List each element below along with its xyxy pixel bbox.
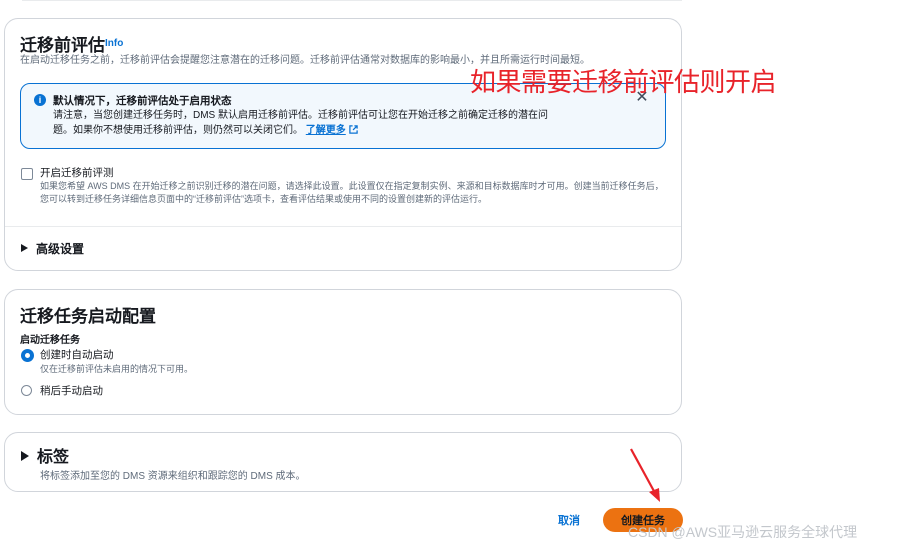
tags-description: 将标签添加至您的 DMS 资源来组织和跟踪您的 DMS 成本。 xyxy=(40,471,306,482)
caret-right-icon xyxy=(21,244,28,252)
section-divider xyxy=(5,226,681,227)
annotation-text: 如果需要迁移前评估则开启 xyxy=(470,67,777,97)
radio-auto-start-label: 创建时自动启动 xyxy=(40,349,114,361)
info-link[interactable]: Info xyxy=(105,38,123,49)
tags-panel: 标签 将标签添加至您的 DMS 资源来组织和跟踪您的 DMS 成本。 xyxy=(4,432,682,492)
radio-manual-start[interactable] xyxy=(21,385,32,396)
task-startup-panel: 迁移任务启动配置 启动迁移任务 创建时自动启动 仅在迁移前评估未启用的情况下可用… xyxy=(4,289,682,415)
premigration-checkbox-description: 如果您希望 AWS DMS 在开始迁移之前识别迁移的潜在问题，请选择此设置。此设… xyxy=(40,181,664,204)
caret-right-icon xyxy=(21,451,29,461)
radio-manual-start-label: 稍后手动启动 xyxy=(40,385,103,397)
tags-title: 标签 xyxy=(37,449,70,466)
radio-auto-start[interactable] xyxy=(21,349,34,362)
learn-more-label: 了解更多 xyxy=(305,125,346,136)
alert-body-line1: 请注意，当您创建迁移任务时，DMS 默认启用迁移前评估。迁移前评估可让您在开始迁… xyxy=(53,110,548,121)
premigration-checkbox-label: 开启迁移前评测 xyxy=(40,167,114,179)
start-task-field-label: 启动迁移任务 xyxy=(20,335,80,346)
alert-body-line2-row: 题。如果你不想使用迁移前评估，则仍然可以关闭它们。 了解更多 xyxy=(53,123,613,138)
premigration-assessment-panel: 迁移前评估 Info 在启动迁移任务之前，迁移前评估会提醒您注意潜在的迁移问题。… xyxy=(4,18,682,271)
external-link-icon xyxy=(349,125,358,134)
radio-auto-start-description: 仅在迁移前评估未启用的情况下可用。 xyxy=(40,364,194,374)
tags-expander[interactable]: 标签 xyxy=(21,443,69,467)
watermark: CSDN @AWS亚马逊云服务全球代理 xyxy=(628,524,858,540)
startup-title: 迁移任务启动配置 xyxy=(20,307,156,326)
alert-body-line2: 题。如果你不想使用迁移前评估，则仍然可以关闭它们。 xyxy=(53,125,303,136)
advanced-settings-expander[interactable]: 高级设置 xyxy=(21,240,84,258)
info-icon: i xyxy=(34,94,46,106)
premigration-checkbox[interactable] xyxy=(21,168,33,180)
alert-body: 请注意，当您创建迁移任务时，DMS 默认启用迁移前评估。迁移前评估可让您在开始迁… xyxy=(53,108,613,138)
alert-title: 默认情况下，迁移前评估处于启用状态 xyxy=(53,95,232,107)
cancel-button[interactable]: 取消 xyxy=(548,507,590,533)
arrow-icon xyxy=(630,448,660,502)
top-divider xyxy=(22,0,682,1)
learn-more-link[interactable]: 了解更多 xyxy=(306,125,358,136)
advanced-settings-label: 高级设置 xyxy=(36,242,85,256)
